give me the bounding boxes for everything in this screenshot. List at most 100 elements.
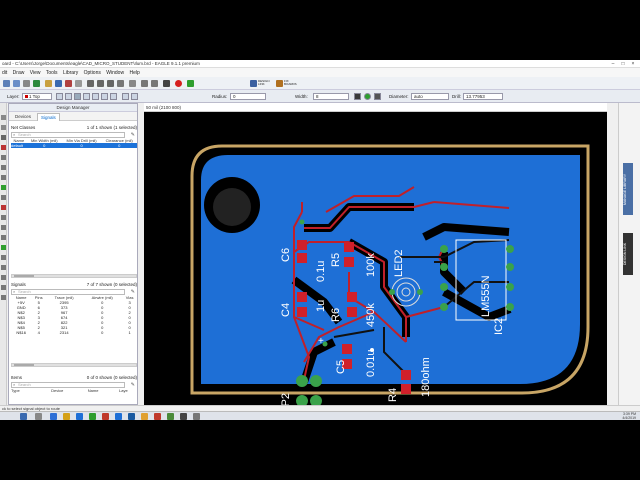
zoom-select-icon[interactable] <box>117 80 124 87</box>
menu-edit[interactable]: dit <box>0 68 9 76</box>
board-canvas[interactable]: C6 0.1u R5 100k LED2 LM555N IC2 C4 1u R6… <box>144 112 607 412</box>
wire-bend-3-button[interactable] <box>74 93 81 100</box>
net-classes-search[interactable]: ⌕ Search <box>11 132 125 138</box>
items-search[interactable]: ⌕ Search <box>11 382 125 388</box>
drill-input[interactable]: 13.77953 <box>463 93 503 100</box>
wire-bend-2-button[interactable] <box>65 93 72 100</box>
miter-round-button[interactable] <box>122 93 129 100</box>
tab-manage-library[interactable]: MANAGE LIBRARY <box>623 163 633 215</box>
wrench-icon[interactable]: ✎ <box>131 289 135 295</box>
redraw-icon[interactable] <box>129 80 136 87</box>
stop-icon[interactable] <box>175 80 182 87</box>
cancel-icon[interactable] <box>163 80 170 87</box>
table-row[interactable]: default 0 0 0 <box>11 143 137 148</box>
tab-signals[interactable]: Signals <box>37 113 60 121</box>
schematic-icon[interactable] <box>45 80 52 87</box>
zoom-in-icon[interactable] <box>97 80 104 87</box>
circle-icon[interactable] <box>1 295 6 300</box>
undo-icon[interactable] <box>141 80 148 87</box>
menu-library[interactable]: Library <box>61 68 80 76</box>
excel-icon[interactable] <box>89 413 96 420</box>
display-icon[interactable] <box>1 135 6 140</box>
ulp-icon[interactable] <box>65 80 72 87</box>
via-shape-button[interactable] <box>354 93 361 100</box>
ripup-icon[interactable] <box>1 255 6 260</box>
layer-select[interactable]: 1 Top <box>22 93 52 100</box>
mirror-icon[interactable] <box>1 165 6 170</box>
open-icon[interactable] <box>3 80 10 87</box>
save-icon[interactable] <box>13 80 20 87</box>
menu-draw[interactable]: Draw <box>11 68 27 76</box>
menu-view[interactable]: View <box>28 68 43 76</box>
menu-help[interactable]: Help <box>127 68 141 76</box>
print-icon[interactable] <box>23 80 30 87</box>
net-classes-scrollbar[interactable] <box>11 274 137 278</box>
tab-devices[interactable]: Devices <box>12 113 34 121</box>
width-input[interactable]: 8 <box>313 93 349 100</box>
wrench-icon[interactable]: ✎ <box>131 382 135 388</box>
powerpoint-icon[interactable] <box>102 413 109 420</box>
ic2-value: LM555N <box>480 275 492 317</box>
cam-icon[interactable] <box>33 80 40 87</box>
name-icon[interactable] <box>1 225 6 230</box>
wire-bend-5-button[interactable] <box>92 93 99 100</box>
move-icon[interactable] <box>1 145 6 150</box>
board-icon[interactable] <box>55 80 62 87</box>
miter-straight-button[interactable] <box>131 93 138 100</box>
outlook-icon[interactable] <box>115 413 122 420</box>
app-icon[interactable] <box>167 413 174 420</box>
app-icon[interactable] <box>128 413 135 420</box>
ie-icon[interactable] <box>50 413 57 420</box>
zoom-fit-icon[interactable] <box>87 80 94 87</box>
minimize-icon[interactable]: – <box>608 61 618 67</box>
polygon-icon[interactable] <box>1 275 6 280</box>
radius-input[interactable]: 0 <box>230 93 266 100</box>
menu-options[interactable]: Options <box>82 68 103 76</box>
change-icon[interactable] <box>1 195 6 200</box>
start-icon[interactable] <box>20 413 27 420</box>
app-icon[interactable] <box>193 413 200 420</box>
via-octagon-button[interactable] <box>374 93 381 100</box>
design-link-label[interactable]: DESIGN LINK <box>258 80 272 86</box>
via-icon[interactable] <box>1 265 6 270</box>
rotate-icon[interactable] <box>1 175 6 180</box>
via-round-button[interactable] <box>364 93 371 100</box>
wire-bend-6-button[interactable] <box>101 93 108 100</box>
delete-icon[interactable] <box>1 205 6 210</box>
signals-search[interactable]: ⌕ Search <box>11 289 125 295</box>
app-icon[interactable] <box>154 413 161 420</box>
wrench-icon[interactable]: ✎ <box>131 132 135 138</box>
menu-tools[interactable]: Tools <box>44 68 60 76</box>
wire-bend-7-button[interactable] <box>110 93 117 100</box>
close-icon[interactable]: × <box>628 61 638 67</box>
tab-design-link[interactable]: DESIGN LINK <box>623 233 633 275</box>
wire-bend-4-button[interactable] <box>83 93 90 100</box>
group-icon[interactable] <box>1 185 6 190</box>
diameter-input[interactable]: auto <box>411 93 449 100</box>
text-icon[interactable] <box>1 285 6 290</box>
go-icon[interactable] <box>187 80 194 87</box>
value-icon[interactable] <box>1 235 6 240</box>
chrome-icon[interactable] <box>141 413 148 420</box>
eagle-icon[interactable] <box>180 413 187 420</box>
maximize-icon[interactable]: □ <box>618 61 628 67</box>
explorer-icon[interactable] <box>63 413 70 420</box>
copy-icon[interactable] <box>1 155 6 160</box>
show-icon[interactable] <box>1 125 6 130</box>
add-icon[interactable] <box>1 215 6 220</box>
menu-window[interactable]: Window <box>104 68 126 76</box>
fix-boards-icon[interactable] <box>276 80 283 87</box>
script-icon[interactable] <box>75 80 82 87</box>
pcb-board[interactable]: C6 0.1u R5 100k LED2 LM555N IC2 C4 1u R6… <box>144 112 607 412</box>
zoom-out-icon[interactable] <box>107 80 114 87</box>
search-icon[interactable] <box>35 413 42 420</box>
design-link-icon[interactable] <box>250 80 257 87</box>
table-row[interactable]: N$16 4 2314 0 1 <box>11 330 137 335</box>
word-icon[interactable] <box>76 413 83 420</box>
redo-icon[interactable] <box>151 80 158 87</box>
info-icon[interactable] <box>1 115 6 120</box>
route-icon[interactable] <box>1 245 6 250</box>
signals-scrollbar[interactable] <box>11 363 137 367</box>
wire-bend-1-button[interactable] <box>56 93 63 100</box>
fix-boards-label[interactable]: FIX BOARDS <box>284 80 298 86</box>
